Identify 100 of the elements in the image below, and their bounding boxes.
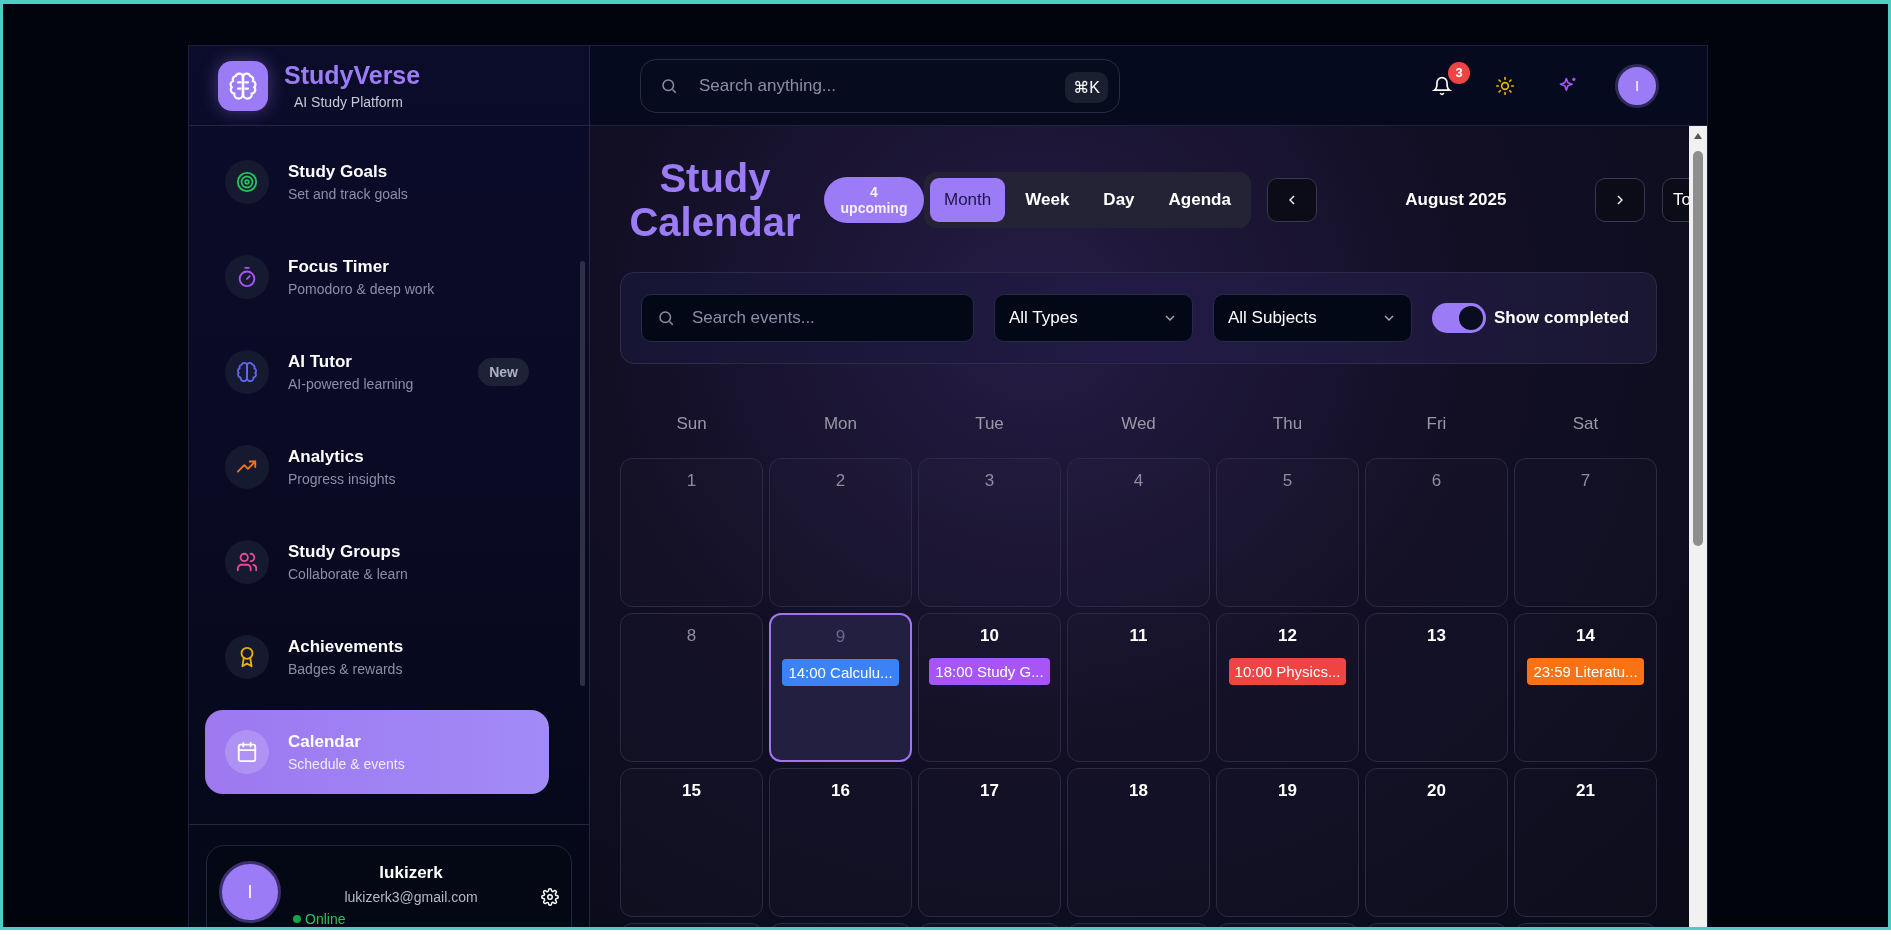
day-number: 20 (1427, 781, 1446, 801)
search-icon (660, 76, 678, 95)
day-number: 3 (984, 471, 995, 491)
nav-item[interactable]: Study Goals Set and track goals (205, 140, 549, 224)
weekday-label: Sun (675, 414, 708, 434)
day-number: 15 (682, 781, 701, 801)
day-cell[interactable]: 7 (1514, 458, 1657, 607)
day-cell[interactable]: 8 (620, 613, 763, 762)
day-number: 6 (1431, 471, 1442, 491)
event-chip[interactable]: 14:00 Calculu... (782, 659, 899, 686)
shortcut-key: ⌘K (1065, 71, 1108, 103)
users-icon (225, 540, 269, 584)
nav-description: Progress insights (288, 471, 397, 487)
timer-icon (225, 255, 269, 299)
weekday-label: Wed (1120, 414, 1157, 434)
scroll-up-icon[interactable] (1693, 132, 1703, 140)
nav-item[interactable]: Study Groups Collaborate & learn (205, 520, 549, 604)
nav-item[interactable]: AI Tutor AI-powered learning New (205, 330, 549, 414)
nav-description: Schedule & events (288, 756, 406, 772)
day-number: 18 (1129, 781, 1148, 801)
search-icon (657, 309, 675, 327)
type-dropdown[interactable]: All Types (994, 294, 1193, 342)
day-cell[interactable]: 15 (620, 768, 763, 917)
day-cell[interactable]: 5 (1216, 458, 1359, 607)
day-number: 2 (835, 471, 846, 491)
settings-icon[interactable] (541, 888, 559, 906)
day-cell[interactable]: 9 14:00 Calculu... (769, 613, 912, 762)
nav-label: Calendar (288, 732, 362, 752)
brain-logo-icon (218, 60, 268, 111)
day-number: 19 (1278, 781, 1297, 801)
weekday-label: Fri (1425, 414, 1448, 434)
weekday-label: Mon (822, 414, 859, 434)
day-cell[interactable]: 17 (918, 768, 1061, 917)
day-cell[interactable]: 14 23:59 Literatu... (1514, 613, 1657, 762)
weekday-label: Sat (1571, 414, 1600, 434)
day-number: 5 (1282, 471, 1293, 491)
nav-description: Badges & rewards (288, 661, 404, 677)
event-chip[interactable]: 18:00 Study G... (929, 658, 1050, 685)
target-icon (225, 160, 269, 204)
nav-item[interactable]: Achievements Badges & rewards (205, 615, 549, 699)
event-chip[interactable]: 10:00 Physics... (1228, 658, 1347, 685)
nav-label: AI Tutor (288, 352, 353, 372)
day-number: 10 (980, 626, 999, 646)
award-icon (225, 635, 269, 679)
brain-icon (225, 350, 269, 394)
page-title: Study Calendar (628, 156, 802, 244)
calendar-icon (225, 730, 269, 774)
notification-count: 3 (1448, 61, 1470, 84)
nav-description: Collaborate & learn (288, 566, 409, 582)
day-cell[interactable]: 19 (1216, 768, 1359, 917)
day-number: 7 (1580, 471, 1591, 491)
day-cell[interactable]: 18 (1067, 768, 1210, 917)
view-tab[interactable]: Day (1089, 178, 1149, 222)
weekday-label: Thu (1271, 414, 1304, 434)
day-number: 11 (1129, 626, 1148, 646)
event-search-field[interactable]: Search events... (641, 294, 974, 342)
day-number: 9 (835, 627, 846, 647)
day-cell[interactable]: 6 (1365, 458, 1508, 607)
view-tab[interactable]: Week (1011, 178, 1084, 222)
day-number: 1 (686, 471, 697, 491)
view-tab[interactable]: Agenda (1154, 178, 1245, 222)
nav-description: Set and track goals (288, 186, 409, 202)
day-cell[interactable]: 3 (918, 458, 1061, 607)
brand-tagline: AI Study Platform (293, 94, 404, 110)
user-name: lukizerk (379, 863, 443, 883)
nav-item[interactable]: Analytics Progress insights (205, 425, 549, 509)
sun-icon[interactable] (1495, 75, 1515, 96)
day-number: 17 (980, 781, 999, 801)
subject-dropdown[interactable]: All Subjects (1213, 294, 1412, 342)
toggle-switch[interactable] (1432, 303, 1486, 333)
day-cell[interactable]: 10 18:00 Study G... (918, 613, 1061, 762)
new-badge: New (478, 358, 529, 386)
day-number: 16 (831, 781, 850, 801)
day-number: 21 (1576, 781, 1595, 801)
day-number: 8 (686, 626, 697, 646)
trend-icon (225, 445, 269, 489)
bell-icon[interactable] (1432, 75, 1452, 96)
toggle-label: Show completed (1494, 308, 1630, 328)
weekday-label: Tue (974, 414, 1005, 434)
day-cell[interactable]: 16 (769, 768, 912, 917)
day-cell[interactable]: 13 (1365, 613, 1508, 762)
user-email: lukizerk3@gmail.com (344, 889, 478, 905)
day-cell[interactable]: 2 (769, 458, 912, 607)
nav-label: Achievements (288, 637, 405, 657)
nav-label: Study Goals (288, 162, 389, 182)
day-cell[interactable]: 20 (1365, 768, 1508, 917)
brand-name: StudyVerse (284, 61, 421, 90)
day-cell[interactable]: 12 10:00 Physics... (1216, 613, 1359, 762)
day-cell[interactable]: 1 (620, 458, 763, 607)
view-tab[interactable]: Month (930, 178, 1006, 222)
upcoming-badge: 4 upcoming (824, 177, 924, 223)
day-number: 4 (1133, 471, 1144, 491)
day-cell[interactable]: 21 (1514, 768, 1657, 917)
day-cell[interactable]: 11 (1067, 613, 1210, 762)
nav-item[interactable]: Focus Timer Pomodoro & deep work (205, 235, 549, 319)
nav-label: Study Groups (288, 542, 402, 562)
scrollbar[interactable] (1689, 126, 1707, 927)
day-cell[interactable]: 4 (1067, 458, 1210, 607)
month-label: August 2025 (1404, 190, 1508, 210)
day-number: 13 (1427, 626, 1446, 646)
